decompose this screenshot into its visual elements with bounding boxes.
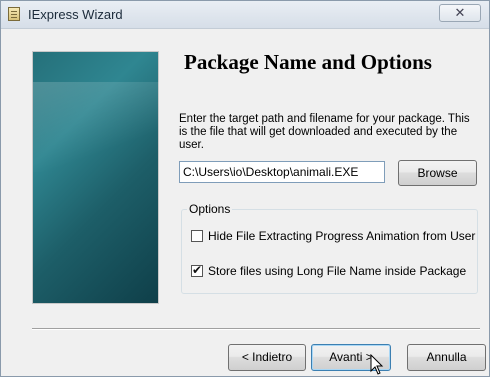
footer-separator bbox=[32, 328, 480, 330]
next-button-label: Avanti > bbox=[329, 350, 373, 364]
app-icon bbox=[8, 7, 20, 21]
back-button-label: < Indietro bbox=[241, 350, 293, 364]
title-bar[interactable]: IExpress Wizard ✕ bbox=[1, 1, 489, 29]
browse-button-label: Browse bbox=[417, 166, 458, 180]
hide-progress-checkbox[interactable] bbox=[191, 230, 203, 242]
long-file-names-label: Store files using Long File Name inside … bbox=[208, 264, 467, 278]
wizard-side-image bbox=[32, 51, 160, 304]
mouse-pointer-icon bbox=[370, 354, 384, 375]
iexpress-wizard-window: IExpress Wizard ✕ Package Name and Optio… bbox=[0, 0, 490, 377]
cancel-button[interactable]: Annulla bbox=[407, 344, 486, 371]
cancel-button-label: Annulla bbox=[426, 350, 467, 364]
package-path-input[interactable] bbox=[179, 161, 385, 183]
hide-progress-label: Hide File Extracting Progress Animation … bbox=[208, 229, 476, 243]
browse-button[interactable]: Browse bbox=[398, 160, 477, 186]
options-group-label: Options bbox=[187, 202, 233, 216]
long-file-names-checkbox[interactable] bbox=[191, 263, 203, 277]
page-title: Package Name and Options bbox=[184, 50, 432, 74]
close-icon: ✕ bbox=[454, 5, 466, 20]
window-title: IExpress Wizard bbox=[28, 7, 123, 22]
close-button[interactable]: ✕ bbox=[439, 4, 481, 22]
options-group bbox=[181, 209, 478, 294]
page-description: Enter the target path and filename for y… bbox=[179, 113, 470, 151]
back-button[interactable]: < Indietro bbox=[228, 344, 306, 371]
